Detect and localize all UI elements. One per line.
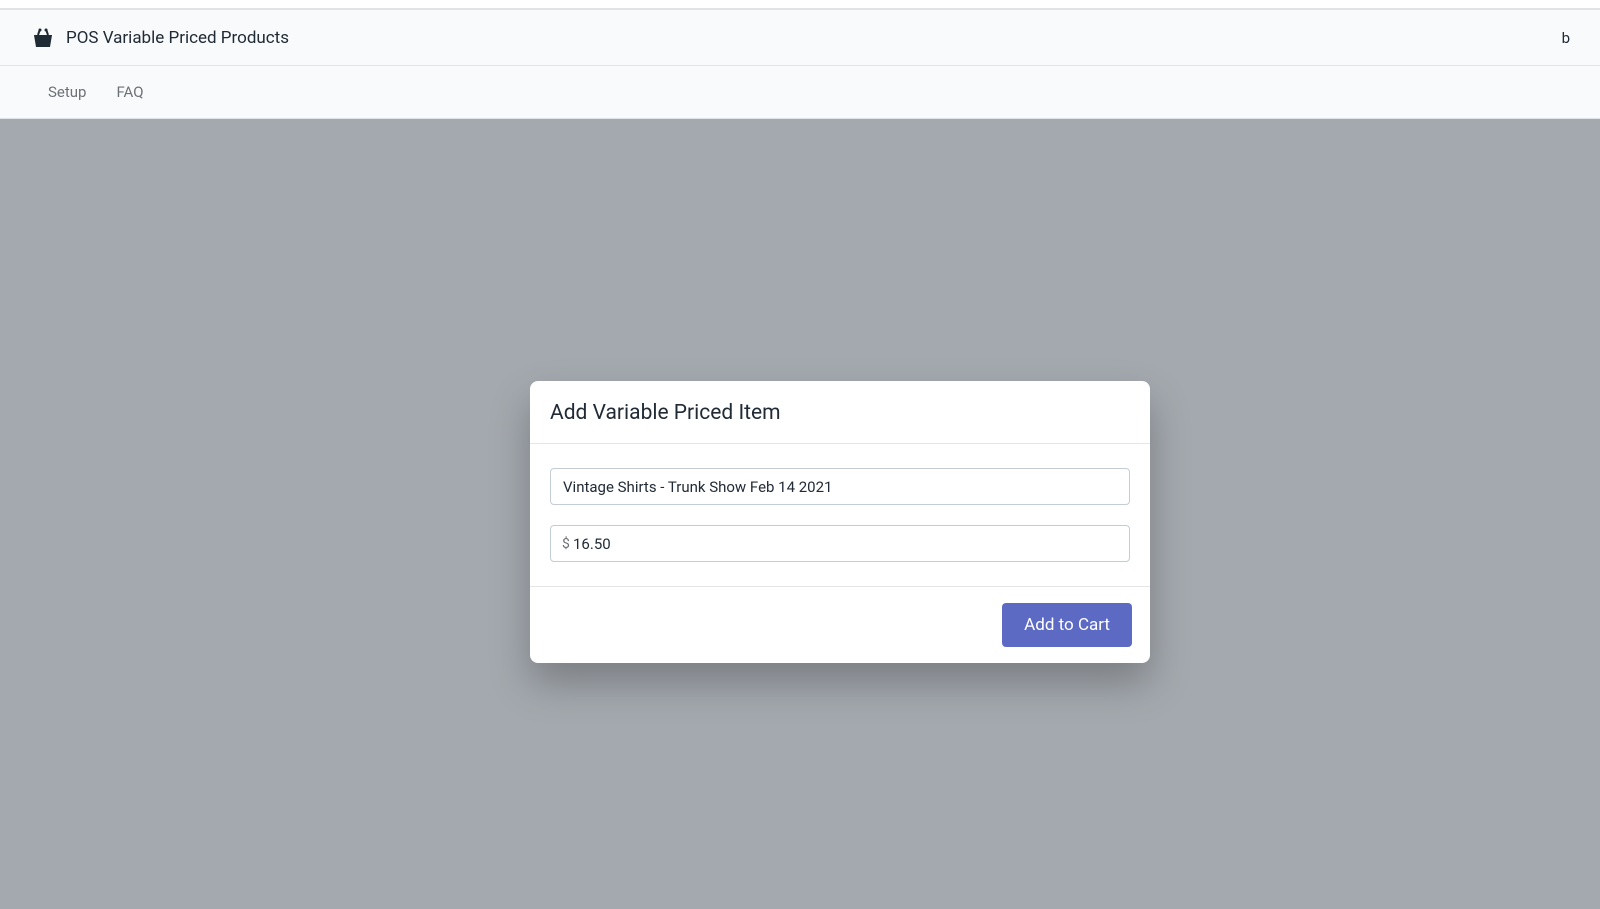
- header-bar: POS Variable Priced Products b: [0, 9, 1600, 66]
- modal-title: Add Variable Priced Item: [550, 401, 1130, 425]
- price-input-wrapper: $: [550, 525, 1130, 562]
- add-item-modal: Add Variable Priced Item $ Add to Cart: [530, 381, 1150, 663]
- modal-body: $: [530, 444, 1150, 586]
- nav-bar: Setup FAQ: [0, 66, 1600, 119]
- item-name-input[interactable]: [550, 468, 1130, 505]
- header-right-text: b: [1562, 29, 1570, 47]
- price-input[interactable]: [550, 525, 1130, 562]
- basket-icon: [30, 27, 56, 49]
- app-title: POS Variable Priced Products: [66, 28, 289, 48]
- header-left-group: POS Variable Priced Products: [30, 27, 289, 49]
- add-to-cart-button[interactable]: Add to Cart: [1002, 603, 1132, 647]
- modal-header: Add Variable Priced Item: [530, 381, 1150, 444]
- top-thin-bar: [0, 0, 1600, 9]
- modal-footer: Add to Cart: [530, 586, 1150, 663]
- content-area: Add Variable Priced Item $ Add to Cart: [0, 119, 1600, 909]
- nav-setup[interactable]: Setup: [48, 83, 86, 101]
- nav-faq[interactable]: FAQ: [116, 83, 143, 101]
